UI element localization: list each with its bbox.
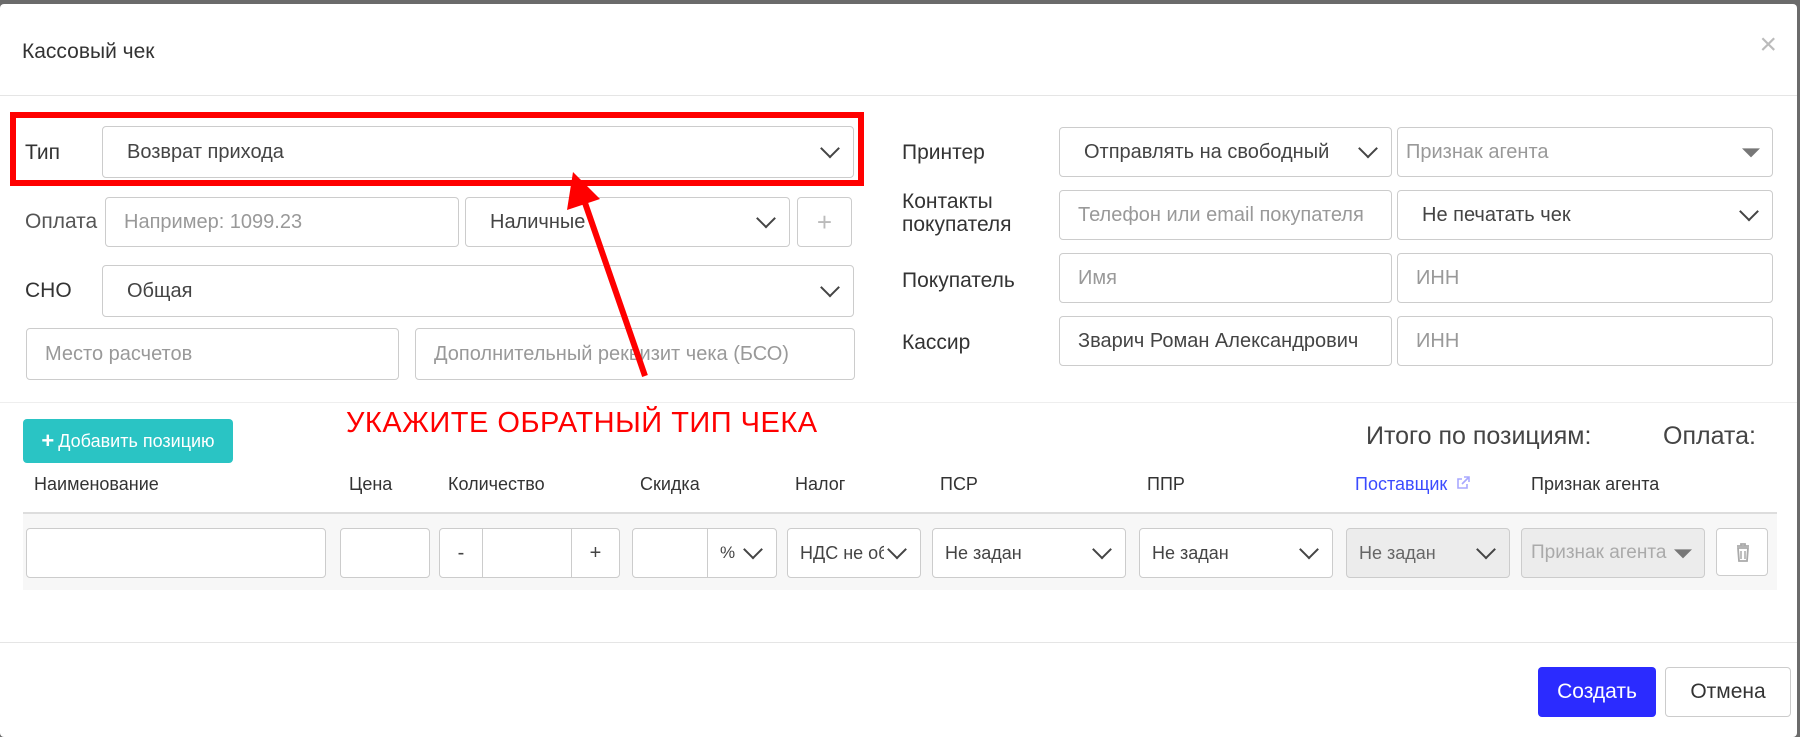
discount-unit-value: % — [720, 543, 736, 562]
contacts-label: Контакты покупателя — [902, 190, 1012, 236]
col-quantity: Количество — [448, 474, 545, 494]
supplier-select[interactable]: Не задан — [1346, 528, 1510, 578]
sno-select[interactable]: Общая — [102, 265, 854, 317]
chevron-down-icon — [887, 539, 907, 560]
chevron-down-icon — [1092, 539, 1112, 560]
chevron-down-icon — [756, 208, 776, 229]
contacts-label-line1: Контакты — [902, 190, 993, 213]
quantity-increment-button[interactable]: + — [571, 528, 620, 578]
print-mode-select[interactable]: Не печатать чек — [1397, 190, 1773, 240]
printer-label: Принтер — [902, 141, 985, 164]
close-icon[interactable]: × — [1759, 30, 1777, 60]
printer-select-value: Отправлять на свободный — [1084, 140, 1330, 163]
buyer-label: Покупатель — [902, 269, 1015, 292]
chevron-down-icon — [743, 539, 763, 560]
chevron-down-icon — [820, 277, 840, 298]
row-agent-select[interactable]: Признак агента — [1521, 528, 1705, 578]
cashier-inn-input[interactable]: ИНН — [1397, 316, 1773, 366]
chevron-down-icon — [1739, 201, 1759, 222]
quantity-decrement-button[interactable]: - — [439, 528, 483, 578]
col-agent: Признак агента — [1531, 474, 1660, 494]
agent-sign-placeholder: Признак агента — [1406, 140, 1549, 163]
printer-select[interactable]: Отправлять на свободный — [1059, 127, 1392, 177]
sno-select-value: Общая — [127, 279, 193, 302]
create-button[interactable]: Создать — [1538, 667, 1656, 717]
annotation-hint: УКАЖИТЕ ОБРАТНЫЙ ТИП ЧЕКА — [346, 407, 818, 439]
trash-icon — [1737, 543, 1749, 562]
chevron-down-icon — [1358, 138, 1378, 159]
payment-label: Оплата — [25, 210, 98, 233]
discount-unit-select[interactable]: % — [707, 528, 777, 578]
supplier-value: Не задан — [1359, 542, 1436, 563]
sno-label: СНО — [25, 279, 72, 302]
payment-total-label: Оплата: — [1663, 422, 1756, 450]
cashier-label: Кассир — [902, 331, 971, 354]
highlight-box — [10, 112, 864, 186]
col-ppr: ППР — [1147, 474, 1185, 494]
col-discount: Скидка — [640, 474, 700, 494]
section-divider — [0, 402, 1797, 403]
col-supplier-link[interactable]: Поставщик — [1355, 474, 1471, 495]
add-position-button[interactable]: + Добавить позицию — [23, 419, 233, 463]
external-link-icon — [1457, 476, 1471, 489]
print-mode-value: Не печатать чек — [1422, 203, 1571, 226]
caret-down-icon — [1674, 549, 1692, 559]
psr-value: Не задан — [945, 542, 1022, 563]
chevron-down-icon — [1299, 539, 1319, 560]
item-name-input[interactable] — [26, 528, 326, 578]
payment-method-select[interactable]: Наличные — [465, 197, 790, 247]
contacts-label-line2: покупателя — [902, 213, 1012, 236]
contacts-input[interactable]: Телефон или email покупателя — [1059, 190, 1392, 240]
plus-icon: + — [41, 428, 55, 453]
col-psr: ПСР — [940, 474, 978, 494]
tax-select[interactable]: НДС не об — [787, 528, 921, 578]
col-price: Цена — [349, 474, 393, 494]
payment-method-value: Наличные — [490, 210, 586, 233]
psr-select[interactable]: Не задан — [932, 528, 1126, 578]
cancel-button[interactable]: Отмена — [1665, 667, 1791, 717]
ppr-select[interactable]: Не задан — [1139, 528, 1333, 578]
ppr-value: Не задан — [1152, 542, 1229, 563]
add-position-label: Добавить позицию — [58, 430, 215, 451]
delete-row-button[interactable] — [1716, 528, 1768, 576]
agent-sign-select[interactable]: Признак агента — [1397, 127, 1773, 177]
caret-down-icon — [1742, 148, 1760, 158]
place-input[interactable]: Место расчетов — [26, 328, 399, 380]
payment-amount-input[interactable]: Например: 1099.23 — [105, 197, 459, 247]
col-tax: Налог — [795, 474, 846, 494]
totals-label: Итого по позициям: — [1366, 422, 1592, 450]
dialog-header: Кассовый чек × — [0, 4, 1797, 96]
row-agent-value: Признак агента — [1531, 542, 1667, 563]
add-payment-button[interactable]: + — [797, 197, 852, 247]
extra-requisite-input[interactable]: Дополнительный реквизит чека (БСО) — [415, 328, 855, 380]
footer-divider — [0, 642, 1797, 643]
item-price-input[interactable] — [340, 528, 430, 578]
dialog-title: Кассовый чек — [22, 40, 155, 63]
buyer-inn-input[interactable]: ИНН — [1397, 253, 1773, 303]
quantity-input[interactable] — [482, 528, 572, 578]
cashier-input[interactable]: Зварич Роман Александрович — [1059, 316, 1392, 366]
tax-value: НДС не об — [800, 542, 884, 563]
chevron-down-icon — [1476, 539, 1496, 560]
col-name: Наименование — [34, 474, 159, 494]
col-supplier: Поставщик — [1355, 474, 1448, 494]
buyer-name-input[interactable]: Имя — [1059, 253, 1392, 303]
discount-input[interactable] — [632, 528, 708, 578]
